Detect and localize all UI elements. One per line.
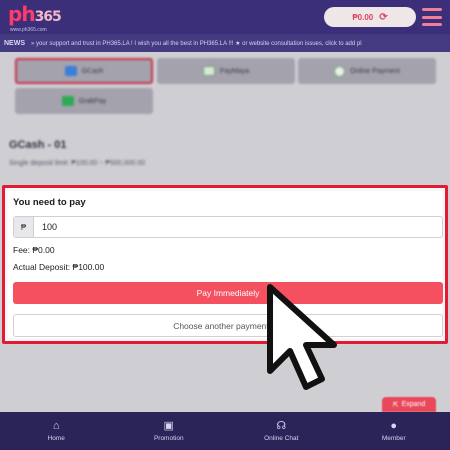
nav-item-promotion[interactable]: ▣ Promotion — [129, 419, 209, 442]
payment-method-label: PayMaya — [219, 67, 250, 75]
balance-amount: ₱0.00 — [352, 12, 374, 22]
payment-method-grabpay[interactable]: GrabPay — [15, 88, 153, 114]
payment-method-label: GCash — [81, 67, 104, 75]
grabpay-icon — [61, 96, 74, 106]
nav-item-online-chat[interactable]: ☊ Online Chat — [241, 419, 321, 442]
pay-card-body: You need to pay ₱ Fee: ₱0.00 Actual Depo… — [8, 191, 443, 338]
nav-item-member[interactable]: ● Member — [354, 419, 434, 442]
payment-method-gcash[interactable]: GCash — [15, 58, 153, 84]
bottom-nav: ⌂ Home ▣ Promotion ☊ Online Chat ● Membe… — [0, 412, 450, 450]
deposit-limit-text: Single deposit limit: ₱100.00 ~ ₱500,000… — [9, 160, 146, 167]
amount-field[interactable]: ₱ — [13, 216, 443, 238]
headset-icon: ☊ — [276, 419, 287, 432]
logo-text: ph365 — [8, 2, 62, 26]
top-header: ph365 www.ph365.com ₱0.00 ⟳ — [0, 0, 450, 34]
expand-label: Expand — [401, 401, 426, 408]
online-payment-icon — [334, 65, 346, 77]
choose-another-payment-button[interactable]: Choose another payment me — [13, 314, 443, 337]
balance-pill[interactable]: ₱0.00 ⟳ — [324, 7, 416, 27]
fee-text: Fee: ₱0.00 — [13, 245, 55, 255]
site-logo[interactable]: ph365 www.ph365.com — [8, 2, 62, 33]
promotion-icon: ▣ — [163, 419, 174, 432]
payment-method-online[interactable]: Online Payment — [298, 58, 436, 84]
actual-deposit-text: Actual Deposit: ₱100.00 — [13, 262, 105, 272]
news-label: NEWS — [4, 39, 25, 47]
currency-prefix: ₱ — [14, 217, 34, 237]
nav-label: Promotion — [153, 434, 184, 442]
news-text[interactable]: » your support and trust in PH365.LA ! I… — [31, 40, 362, 47]
gcash-icon — [64, 66, 77, 76]
nav-item-home[interactable]: ⌂ Home — [16, 419, 96, 442]
pay-immediately-button[interactable]: Pay Immediately — [13, 282, 443, 304]
pointer-cursor-icon — [267, 284, 337, 390]
home-icon: ⌂ — [52, 419, 60, 432]
payment-method-paymaya[interactable]: PayMaya — [157, 58, 295, 84]
hamburger-menu-icon[interactable] — [421, 6, 443, 28]
amount-input[interactable] — [34, 217, 442, 237]
nav-label: Home — [47, 434, 65, 442]
nav-label: Online Chat — [264, 434, 299, 442]
logo-url: www.ph365.com — [10, 27, 47, 33]
user-icon: ● — [390, 419, 398, 432]
nav-label: Member — [381, 434, 406, 442]
pay-title: You need to pay — [13, 197, 86, 208]
paymaya-icon — [202, 66, 215, 76]
pay-amount-card: You need to pay ₱ Fee: ₱0.00 Actual Depo… — [2, 185, 448, 344]
expand-tab[interactable]: ⇱ Expand — [382, 397, 436, 412]
news-ticker: NEWS » your support and trust in PH365.L… — [0, 34, 450, 52]
selected-method-title: GCash - 01 — [9, 139, 67, 151]
payment-method-label: GrabPay — [78, 97, 107, 105]
payment-method-label: Online Payment — [350, 67, 400, 75]
refresh-icon[interactable]: ⟳ — [379, 12, 387, 23]
expand-icon: ⇱ — [392, 401, 399, 409]
